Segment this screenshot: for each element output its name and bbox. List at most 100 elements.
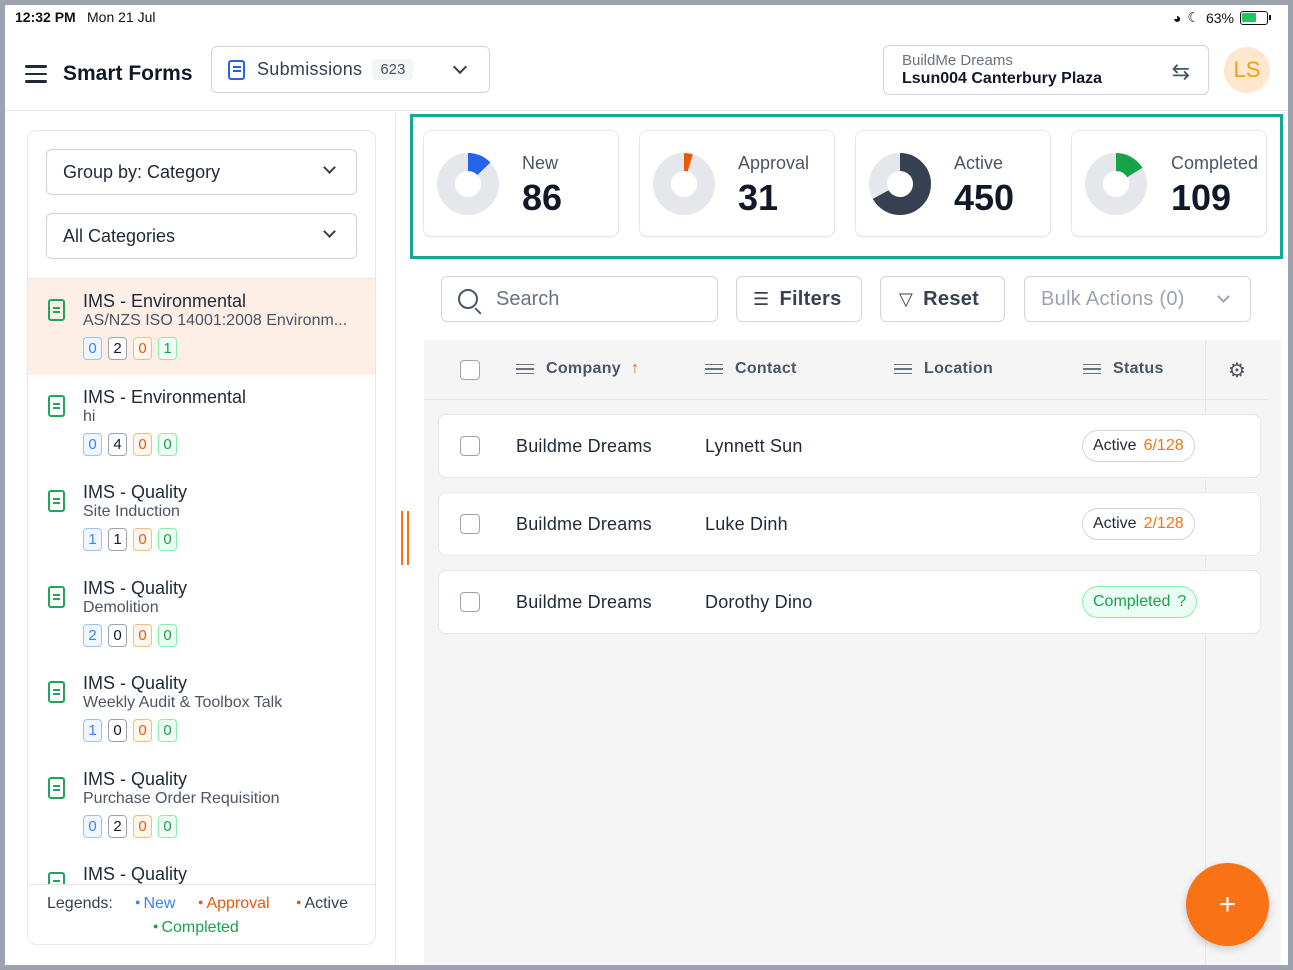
panel-divider — [395, 112, 396, 965]
column-header-location[interactable]: Location — [894, 360, 993, 378]
status-text: Completed — [1093, 593, 1171, 610]
resize-handle[interactable] — [401, 511, 409, 565]
legend-completed: Completed — [153, 919, 238, 937]
category-title: IMS - Quality — [83, 482, 188, 502]
document-icon — [48, 872, 65, 884]
cell-contact: Luke Dinh — [705, 514, 788, 534]
category-title: IMS - Environmental — [83, 386, 247, 407]
sliders-icon: ☰ — [753, 288, 770, 309]
row-checkbox[interactable] — [460, 592, 480, 612]
row-checkbox[interactable] — [460, 514, 480, 534]
approval-count-badge: 2 — [108, 337, 127, 360]
status-bar: 12:32 PM Mon 21 Jul ◕ ☾ 63% — [5, 5, 1288, 33]
approval-count-badge: 0 — [108, 719, 127, 742]
approval-count-badge: 4 — [108, 432, 127, 456]
cell-contact: Dorothy Dino — [705, 592, 813, 612]
stat-label: Completed — [1171, 153, 1259, 173]
submissions-label: Submissions — [257, 59, 363, 79]
stat-card-approval[interactable]: Approval 31 — [639, 130, 835, 237]
status-count: 2/128 — [1143, 515, 1184, 532]
project-name: Lsun004 Canterbury Plaza — [902, 70, 1103, 87]
row-checkbox[interactable] — [460, 436, 480, 456]
category-item[interactable]: IMS - Environmental hi 0 4 0 0 — [28, 375, 375, 471]
category-item[interactable]: IMS - Quality — [28, 852, 375, 884]
category-subtitle: Weekly Audit & Toolbox Talk — [83, 694, 283, 711]
count-badges: 2 0 0 0 — [83, 623, 375, 647]
approval-count-badge: 0 — [108, 623, 127, 647]
bulk-actions-label: Bulk Actions (0) — [1041, 287, 1185, 310]
status-text: Active — [1093, 437, 1137, 454]
category-item[interactable]: IMS - Quality Weekly Audit & Toolbox Tal… — [28, 661, 375, 757]
stat-card-active[interactable]: Active 450 — [855, 130, 1051, 237]
submissions-dropdown[interactable]: Submissions 623 — [211, 46, 490, 93]
app-header: Smart Forms Submissions 623 BuildMe Drea… — [5, 33, 1288, 111]
stat-label: New — [522, 153, 559, 173]
select-all-checkbox[interactable] — [460, 360, 480, 380]
stat-label: Active — [954, 153, 1004, 173]
chevron-down-icon — [323, 161, 336, 174]
category-title: IMS - Quality — [83, 864, 188, 884]
drag-lines-icon — [894, 361, 912, 378]
document-icon — [48, 394, 65, 417]
user-avatar[interactable]: LS — [1224, 47, 1270, 93]
count-badges: 0 2 0 1 — [83, 337, 375, 360]
battery-percent: 63% — [1205, 9, 1234, 26]
column-label: Location — [924, 360, 994, 377]
search-input[interactable] — [496, 287, 696, 311]
stat-value: 109 — [1171, 177, 1232, 218]
reset-button[interactable]: ▽ Reset — [880, 276, 1005, 322]
cell-contact: Lynnett Sun — [705, 436, 803, 456]
submissions-count: 623 — [372, 59, 414, 80]
swap-icon[interactable]: ⇆ — [1172, 59, 1190, 85]
table-row[interactable]: Buildme Dreams Dorothy Dino Completed ? — [438, 570, 1261, 634]
category-subtitle: Site Induction — [83, 503, 180, 520]
sort-ascending-icon[interactable]: ↑ — [631, 360, 639, 378]
battery-level — [1242, 12, 1257, 22]
table-row[interactable]: Buildme Dreams Lynnett Sun Active 6/128 — [438, 414, 1261, 478]
stat-card-completed[interactable]: Completed 109 — [1071, 130, 1267, 237]
search-field[interactable] — [441, 276, 718, 322]
category-subtitle: hi — [83, 407, 96, 425]
column-header-contact[interactable]: Contact — [705, 360, 797, 378]
stat-value: 86 — [522, 177, 563, 218]
status-text: Active — [1093, 515, 1137, 532]
gear-icon[interactable]: ⚙ — [1228, 358, 1246, 383]
category-panel: Group by: Category All Categories IMS - … — [27, 130, 376, 945]
category-subtitle: AS/NZS ISO 14001:2008 Environm... — [83, 312, 348, 329]
category-select[interactable]: All Categories — [46, 213, 357, 259]
battery-icon — [1240, 10, 1271, 25]
bulk-actions-dropdown[interactable]: Bulk Actions (0) — [1024, 276, 1251, 322]
active-count-badge: 0 — [133, 528, 152, 551]
column-label: Status — [1113, 360, 1164, 377]
column-header-status[interactable]: Status — [1083, 360, 1164, 378]
document-icon — [48, 585, 65, 608]
do-not-disturb-icon: ☾ — [1187, 9, 1200, 25]
menu-icon[interactable] — [25, 65, 47, 88]
filters-button[interactable]: ☰ Filters — [736, 276, 862, 322]
project-switcher[interactable]: BuildMe Dreams Lsun004 Canterbury Plaza … — [883, 45, 1209, 95]
active-count-badge: 0 — [133, 337, 152, 360]
category-item[interactable]: IMS - Quality Demolition 2 0 0 0 — [28, 566, 375, 662]
add-button[interactable]: + — [1186, 863, 1269, 946]
status-count: 6/128 — [1143, 437, 1184, 454]
stat-card-new[interactable]: New 86 — [423, 130, 619, 237]
category-item[interactable]: IMS - Quality Purchase Order Requisition… — [28, 757, 375, 853]
donut-chart — [1085, 153, 1147, 215]
cell-company: Buildme Dreams — [516, 514, 652, 534]
group-by-select[interactable]: Group by: Category — [46, 149, 357, 195]
legend-new: New — [135, 895, 175, 913]
new-count-badge: 2 — [83, 623, 102, 647]
category-item[interactable]: IMS - Quality Site Induction 1 1 0 0 — [28, 470, 375, 566]
table-row[interactable]: Buildme Dreams Luke Dinh Active 2/128 — [438, 492, 1261, 556]
category-value: All Categories — [63, 225, 176, 246]
active-count-badge: 0 — [133, 623, 152, 647]
document-icon — [48, 299, 65, 321]
ipad-screen: 12:32 PM Mon 21 Jul ◕ ☾ 63% Smart Forms … — [5, 5, 1288, 965]
column-label: Company — [546, 360, 621, 377]
donut-chart — [437, 153, 499, 215]
active-count-badge: 0 — [133, 432, 152, 456]
column-header-company[interactable]: Company ↑ — [516, 360, 639, 378]
category-item[interactable]: IMS - Environmental AS/NZS ISO 14001:200… — [28, 279, 375, 375]
status-badge: Completed ? — [1082, 586, 1198, 618]
drag-lines-icon — [1083, 361, 1101, 378]
